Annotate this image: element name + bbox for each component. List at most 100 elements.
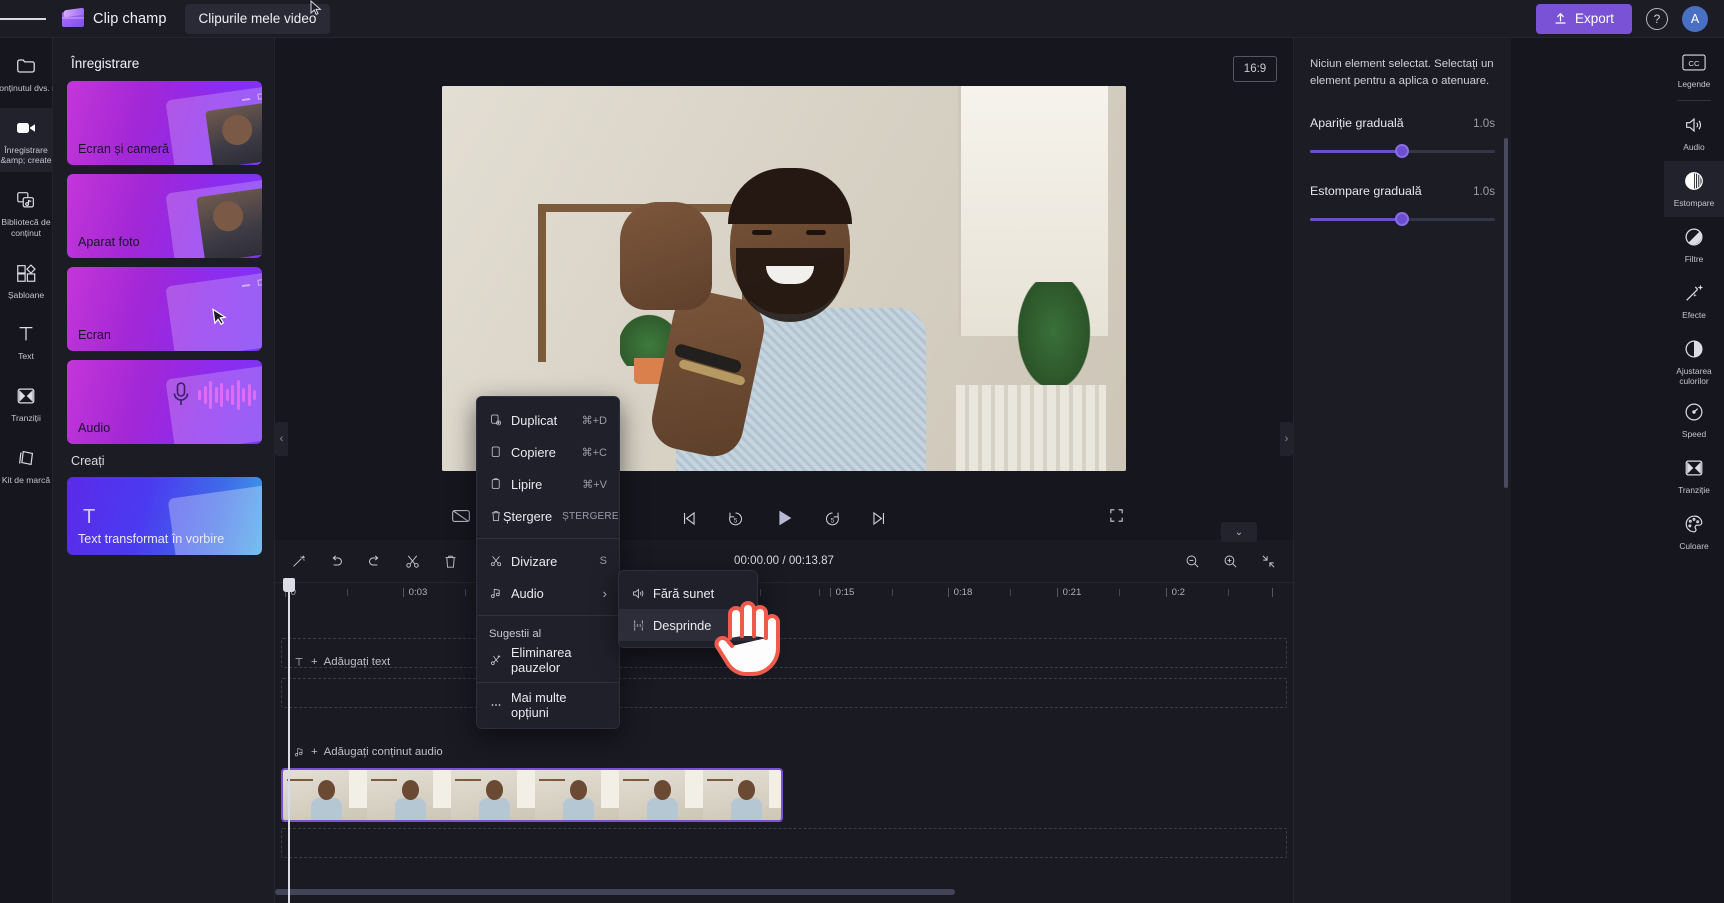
right-rail-item-speed[interactable]: Speed [1664,392,1724,448]
sidebar-item-text[interactable]: Text [0,314,53,368]
card-audio[interactable]: Audio [67,360,262,444]
play-button[interactable] [773,507,795,529]
fade-in-slider[interactable] [1310,144,1495,159]
microphone-icon [173,382,189,405]
menu-item-remove-silences[interactable]: Eliminarea pauzelor [477,644,619,676]
right-rail-item-transition[interactable]: Tranziție [1664,448,1724,504]
menu-item-paste[interactable]: Lipire ⌘+V [477,468,619,500]
collapse-right-panel-button[interactable]: › [1280,422,1293,456]
templates-icon [14,261,38,285]
aspect-ratio-button[interactable]: 16:9 [1233,56,1277,82]
video-clip[interactable] [281,768,783,822]
music-note-icon [489,586,511,600]
menu-item-more-options-label: Mai multe opțiuni [511,690,567,720]
card-text-to-speech[interactable]: T Text transformat în vorbire [67,477,262,555]
right-rail-item-color[interactable]: Culoare [1664,504,1724,560]
right-rail-item-fade[interactable]: Estompare [1664,161,1724,217]
add-audio-button[interactable]: + Adăugați conținut audio [293,746,443,758]
add-text-prefix: + [311,656,318,668]
menu-group-ai-suggestions: Sugestii al [489,628,542,640]
card-camera-label: Aparat foto [78,235,140,249]
transport-controls: 5 5 [275,507,1293,529]
menu-item-audio-label: Audio [511,585,544,601]
forward-5s-icon[interactable]: 5 [823,509,842,528]
card-screen-label: Ecran [78,328,111,342]
zoom-out-icon[interactable] [1181,550,1203,572]
color-adjust-icon [1682,337,1706,361]
sidebar-item-record-create[interactable]: Înregistrare &amp; create [0,107,53,173]
chevron-down-icon[interactable]: ⌄ [1221,522,1257,542]
menu-item-duplicate[interactable]: Duplicat ⌘+D [477,404,619,436]
card-text-to-speech-label: Text transformat în vorbire [78,532,225,546]
menu-separator [477,615,619,616]
menu-item-delete[interactable]: Ștergere ȘTERGERE [477,500,619,532]
mouse-cursor-icon [310,0,323,15]
right-rail-item-audio[interactable]: Audio [1664,105,1724,161]
sidebar-item-brand-kit-label: Kit de marcă [1,474,51,485]
brand: Clip champ [62,7,167,29]
svg-text:5: 5 [734,517,738,524]
fade-in-slider-handle[interactable] [1395,144,1410,159]
menu-item-copy-shortcut: ⌘+C [581,446,607,459]
back-5s-icon[interactable]: 5 [726,509,745,528]
aspect-ratio-label: 16:9 [1243,63,1267,75]
playhead[interactable] [283,578,295,903]
sidebar-item-media-label: Conținutul dvs. media [0,83,76,93]
card-screen-and-camera[interactable]: Ecran și cameră [67,81,262,165]
clipchamp-app: Clip champ Clipurile mele video Export ?… [0,0,1724,903]
menu-item-duplicate-shortcut: ⌘+D [581,414,607,427]
zoom-in-icon[interactable] [1219,550,1241,572]
right-rail-item-color-adjust[interactable]: Ajustarea culorilor [1664,329,1724,392]
add-text-button[interactable]: + Adăugați text [293,656,390,668]
detach-icon [631,618,653,633]
collapse-left-panel-button[interactable]: ‹ [275,422,288,456]
fade-out-slider[interactable] [1310,212,1495,227]
track-text[interactable] [281,678,1287,708]
clipchamp-logo-icon [62,7,84,29]
right-rail-item-speed-label: Speed [1681,429,1707,440]
menu-item-more-options[interactable]: Mai multe opțiuni [477,689,619,721]
sidebar-item-brand-kit[interactable]: Kit de marcă [0,438,53,492]
skip-to-start-icon[interactable] [679,509,698,528]
export-button[interactable]: Export [1535,3,1632,34]
right-rail-item-filters[interactable]: Filtre [1664,217,1724,273]
fullscreen-icon[interactable] [1108,507,1125,529]
card-screen-and-camera-label: Ecran și cameră [78,142,169,156]
sidebar-item-media[interactable]: Conținutul dvs. media [0,46,76,100]
tab-my-videos[interactable]: Clipurile mele video [184,0,331,34]
filters-icon [1682,225,1706,249]
text-icon [14,322,38,346]
skip-to-end-icon[interactable] [870,509,889,528]
hamburger-icon[interactable] [0,0,46,38]
menu-item-split[interactable]: Divizare S [477,545,619,577]
sidebar-item-text-label: Text [18,351,34,362]
clip-thumbnail [283,770,367,820]
ruler-tick-3: 0:18 [953,587,973,598]
sidebar-item-templates[interactable]: Șabloane [0,253,53,307]
menu-item-delete-label: Ștergere [503,508,553,524]
card-camera[interactable]: Aparat foto [67,174,262,258]
effects-wand-icon [1682,281,1706,305]
menu-item-audio[interactable]: Audio › [477,577,619,609]
right-rail-item-effects[interactable]: Efecte [1664,273,1724,329]
menu-item-copy[interactable]: Copiere ⌘+C [477,436,619,468]
fit-to-timeline-icon[interactable] [1257,550,1279,572]
timecode-total: 00:13.87 [788,554,834,567]
property-fade-in: Apariție graduală 1.0s [1310,116,1495,130]
right-rail-item-captions[interactable]: CC Legende [1664,42,1724,98]
fade-out-slider-handle[interactable] [1395,212,1410,227]
card-screen[interactable]: Ecran [67,267,262,351]
clip-thumbnail [619,770,703,820]
tab-my-videos-label: Clipurile mele video [198,11,317,26]
palette-icon [1682,512,1706,536]
sidebar-item-content-library[interactable]: Bibliotecă de conținut [0,180,53,244]
track-audio[interactable] [281,828,1287,858]
add-audio-label: Adăugați conținut audio [323,746,443,758]
timeline-horizontal-scrollbar[interactable] [275,889,1293,895]
sidebar-item-transitions[interactable]: Tranziții [0,376,53,430]
help-icon[interactable]: ? [1646,7,1668,30]
add-text-label: Adăugați text [323,656,391,668]
properties-scrollbar[interactable] [1504,138,1508,488]
avatar[interactable]: A [1682,5,1708,32]
trash-icon [489,509,503,523]
